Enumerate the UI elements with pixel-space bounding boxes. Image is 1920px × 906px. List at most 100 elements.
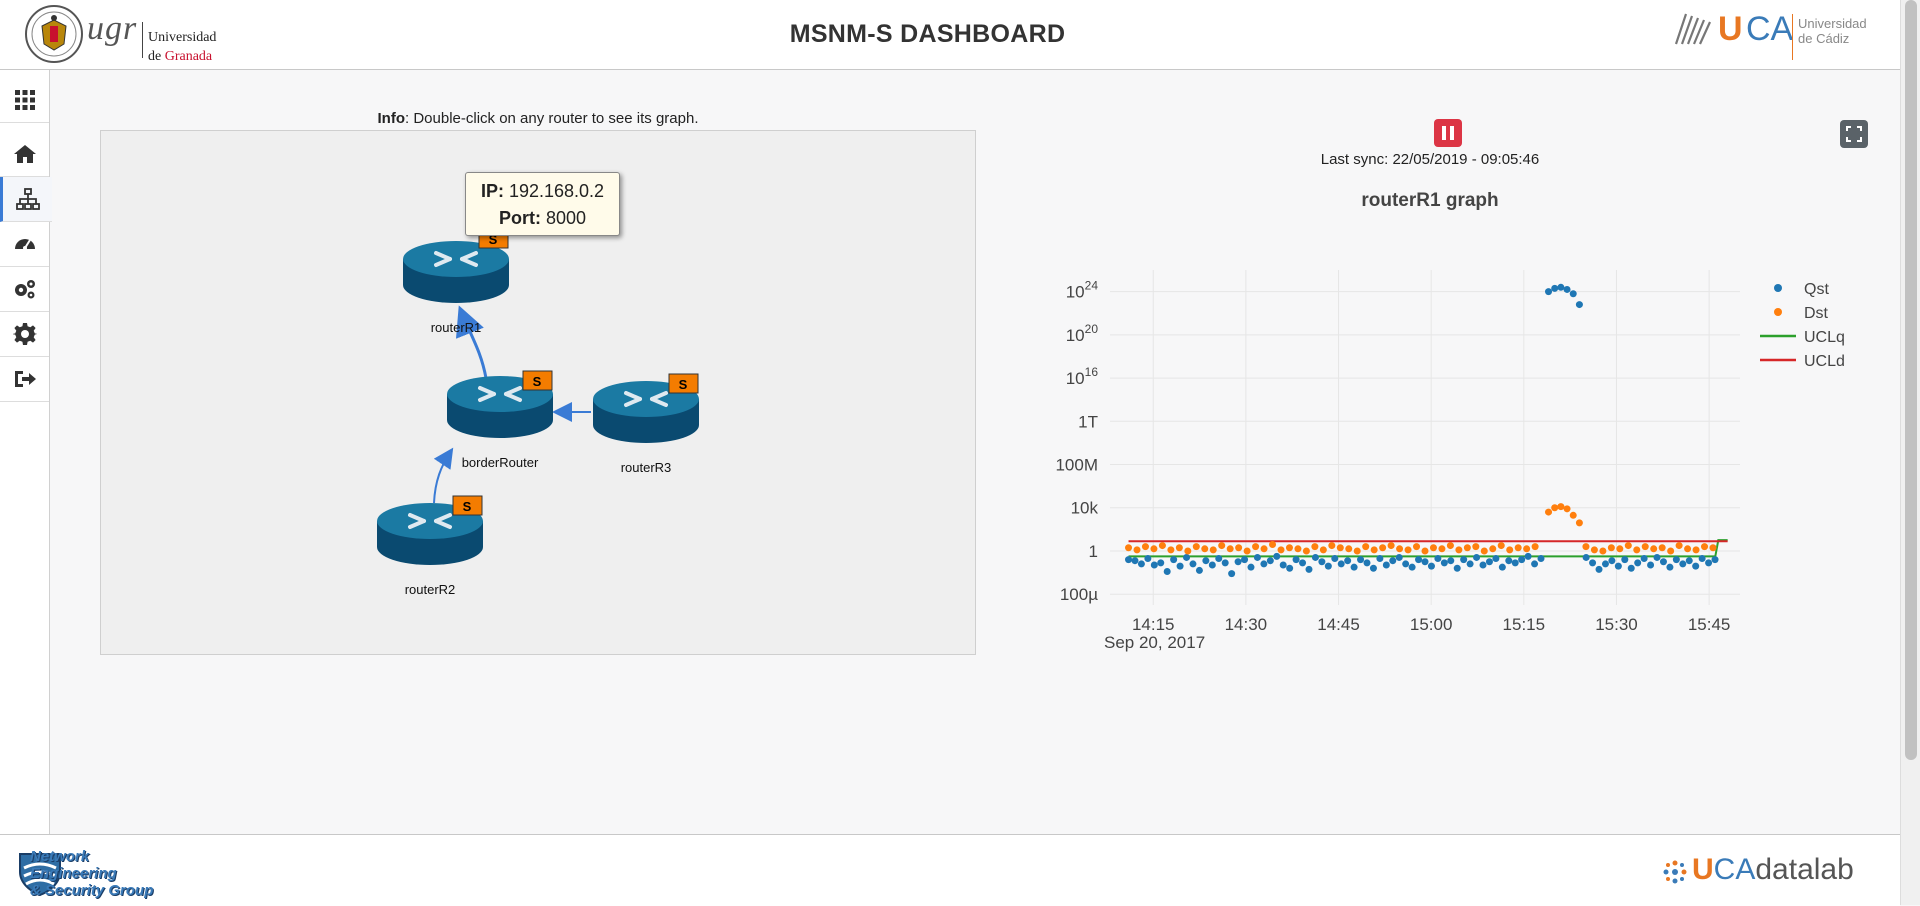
data-point-Qst	[1234, 558, 1242, 566]
sidebar-item-dashboard[interactable]	[0, 222, 49, 267]
legend-label-UCLd: UCLd	[1804, 353, 1845, 370]
data-point-Qst	[1672, 556, 1680, 564]
data-point-Dst	[1362, 543, 1370, 551]
sidebar-item-apps[interactable]	[0, 78, 49, 123]
page-scrollbar[interactable]	[1900, 0, 1920, 905]
data-point-Qst	[1711, 556, 1719, 564]
data-point-Qst	[1582, 553, 1590, 561]
data-point-Qst	[1279, 561, 1287, 569]
data-point-Qst	[1589, 559, 1597, 567]
nesg-line1: Network Engineering	[30, 848, 117, 882]
data-point-Dst	[1353, 547, 1361, 555]
router-node-borderRouter[interactable]: S borderRouter	[445, 370, 555, 470]
router-label-routerR3: routerR3	[621, 460, 672, 475]
ucadl-u: U	[1692, 853, 1714, 886]
data-point-Dst	[1370, 546, 1378, 554]
data-point-Dst	[1523, 545, 1531, 553]
router-label-routerR2: routerR2	[405, 582, 456, 597]
data-point-Dst	[1133, 546, 1141, 554]
uca-logo[interactable]: U CA Universidad de Cádiz	[1668, 4, 1898, 64]
data-point-Qst	[1144, 555, 1152, 563]
data-point-Qst	[1228, 570, 1236, 578]
data-point-Dst	[1150, 545, 1158, 553]
data-point-Qst	[1498, 563, 1506, 571]
data-point-Dst	[1345, 545, 1353, 553]
legend-label-Dst: Dst	[1804, 305, 1829, 322]
data-point-Qst	[1241, 556, 1249, 564]
router-node-routerR2[interactable]: S routerR2	[375, 495, 485, 597]
tooltip-port-label: Port:	[498, 208, 541, 228]
router-badge-routerR3: S	[679, 377, 688, 392]
data-point-Qst	[1447, 557, 1455, 565]
edge-routerR2-borderRouter	[433, 447, 454, 504]
data-point-Qst	[1647, 561, 1655, 569]
data-point-Qst	[1653, 553, 1661, 561]
x-tick-label: 15:30	[1595, 615, 1638, 634]
data-point-Qst	[1286, 564, 1294, 572]
gears-icon	[14, 280, 35, 299]
fullscreen-button[interactable]	[1840, 120, 1868, 148]
data-point-Dst	[1531, 543, 1539, 551]
data-point-Qst	[1331, 555, 1339, 563]
nesg-logo[interactable]: Network Engineering & Security Group	[18, 848, 178, 899]
x-tick-label: 15:45	[1688, 615, 1731, 634]
data-point-Qst	[1299, 559, 1307, 567]
data-point-Dst	[1235, 544, 1243, 552]
data-point-Qst	[1195, 566, 1203, 574]
last-sync-status: Last sync: 22/05/2019 - 09:05:46	[1320, 151, 1540, 168]
data-point-Dst	[1192, 543, 1200, 551]
data-point-Qst	[1666, 563, 1674, 571]
data-point-Qst	[1189, 560, 1197, 568]
data-point-Dst	[1209, 546, 1217, 554]
page-footer: Network Engineering & Security Group UCA…	[0, 834, 1900, 906]
router-graph-chart[interactable]: 14:15 14:30 14:45 15:00 15:15 15:30 15:45 Sep 2…	[1030, 255, 1870, 665]
x-date-label: Sep 20, 2017	[1104, 633, 1205, 652]
data-point-Qst	[1382, 561, 1390, 569]
data-point-Dst	[1125, 544, 1133, 552]
x-tick-label: 14:30	[1225, 615, 1268, 634]
sidebar	[0, 70, 52, 834]
data-point-Qst	[1170, 556, 1178, 564]
data-point-Qst	[1311, 553, 1319, 561]
data-point-Dst	[1311, 543, 1319, 551]
nesg-text: Network Engineering & Security Group	[30, 848, 178, 899]
chart-title: routerR1 graph	[1361, 190, 1499, 211]
data-point-Qst	[1537, 555, 1545, 563]
scrollbar-thumb[interactable]	[1905, 0, 1917, 760]
router-label-routerR1: routerR1	[431, 320, 482, 335]
data-point-Dst-peak	[1563, 505, 1571, 513]
data-point-Dst	[1175, 544, 1183, 552]
sidebar-item-settings[interactable]	[0, 312, 49, 357]
data-point-Dst	[1336, 544, 1344, 552]
router-node-routerR3[interactable]: S routerR3	[591, 373, 701, 475]
page-title: MSNM-S DASHBOARD	[789, 20, 1066, 48]
router-node-routerR1[interactable]: S routerR1	[401, 228, 511, 335]
data-point-Dst	[1506, 546, 1514, 554]
data-point-Dst	[1218, 542, 1226, 550]
pause-icon	[1442, 126, 1446, 140]
legend-label-UCLq: UCLq	[1804, 329, 1845, 346]
data-point-Qst	[1202, 557, 1210, 565]
data-point-Dst	[1167, 546, 1175, 554]
data-point-Dst	[1616, 545, 1624, 553]
data-point-Qst-peak	[1575, 301, 1583, 309]
sidebar-item-logout[interactable]	[0, 357, 49, 402]
data-point-Qst	[1131, 557, 1139, 565]
sidebar-item-home[interactable]	[0, 132, 49, 177]
data-point-Dst-peak	[1575, 519, 1583, 527]
y-tick-label: 1020	[1066, 322, 1099, 345]
sidebar-item-services[interactable]	[0, 267, 49, 312]
data-point-Dst	[1446, 542, 1454, 550]
data-point-Qst-peak	[1545, 288, 1553, 296]
fullscreen-icon	[1846, 126, 1862, 142]
pause-button[interactable]	[1434, 119, 1462, 147]
info-message: Info: Double-click on any router to see …	[100, 110, 976, 127]
data-point-Dst-peak	[1569, 511, 1577, 519]
data-point-Qst	[1337, 560, 1345, 568]
sidebar-item-network[interactable]	[0, 177, 52, 222]
ucadl-ca: CA	[1713, 853, 1756, 886]
router-badge-borderRouter: S	[533, 374, 542, 389]
ucadatalab-logo[interactable]: UCAdatalab	[1662, 853, 1862, 893]
ugr-name-granada: Granada	[164, 49, 213, 64]
data-point-Dst	[1141, 543, 1149, 551]
